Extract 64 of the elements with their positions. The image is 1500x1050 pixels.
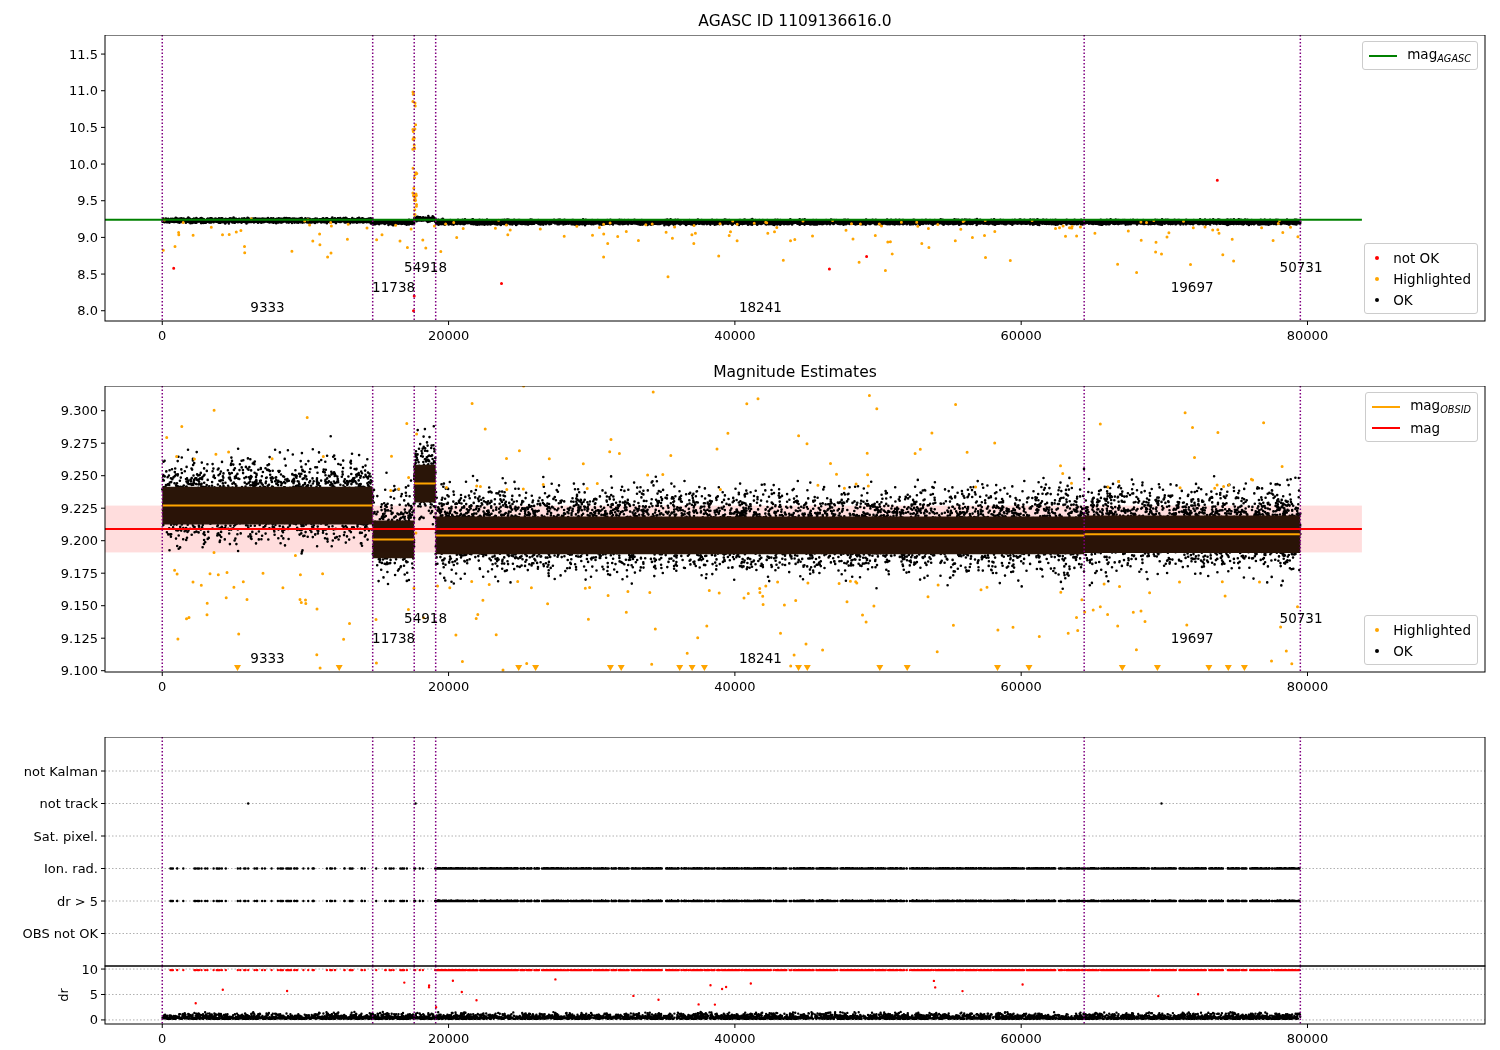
flag-row-label: dr > 5: [56, 893, 98, 909]
x-tick-label: 60000: [1000, 328, 1042, 343]
y-tick-label: 8.0: [77, 303, 98, 319]
y-tick-label: 10.0: [69, 156, 98, 172]
y-tick-label: 9.250: [60, 468, 98, 484]
y-tick-label: 9.175: [60, 565, 98, 581]
obsid-label: 11738: [372, 279, 416, 295]
y-tick-label: 0: [89, 1012, 98, 1028]
y-tick-label: 9.125: [60, 630, 98, 646]
y-tick-label: 9.225: [60, 500, 98, 516]
x-tick-label: 20000: [427, 679, 470, 694]
x-tick-label: 80000: [1286, 328, 1329, 343]
legend-label: Highlighted: [1393, 270, 1471, 287]
x-tick-label: 40000: [714, 328, 756, 343]
obsid-label: 9333: [250, 650, 285, 666]
x-tick-label: 40000: [714, 679, 756, 694]
legend-label: Highlighted: [1393, 621, 1471, 638]
y-tick-label: 9.275: [60, 435, 98, 451]
legend-label: mag: [1410, 419, 1441, 436]
chart-title: AGASC ID 1109136616.0: [698, 11, 892, 30]
y-tick-label: 9.5: [77, 193, 98, 209]
obsid-label: 19697: [1170, 279, 1214, 295]
y-tick-label: 10: [81, 961, 98, 977]
x-tick-label: 0: [158, 328, 167, 343]
obsid-label: 50731: [1279, 259, 1323, 275]
x-tick-label: 60000: [1000, 1031, 1042, 1046]
x-tick-label: 40000: [714, 1031, 756, 1046]
x-tick-label: 0: [158, 679, 167, 694]
flag-row-label: not track: [39, 796, 98, 811]
y-tick-label: 5: [89, 987, 98, 1002]
obsid-label: 54918: [404, 610, 447, 626]
obsid-label: 50731: [1279, 610, 1323, 626]
obsid-label: 19697: [1170, 630, 1214, 646]
y-tick-label: 9.200: [60, 533, 98, 549]
x-tick-label: 20000: [427, 328, 470, 343]
y-tick-label: 10.5: [69, 119, 98, 135]
y-tick-label: 9.100: [60, 663, 98, 679]
legend-label: mag$_{OBSID}$: [1410, 397, 1471, 416]
chart-title: Magnitude Estimates: [713, 362, 877, 381]
y-tick-label: 11.0: [69, 83, 98, 99]
obsid-label: 18241: [738, 650, 782, 666]
x-tick-label: 80000: [1286, 1031, 1329, 1046]
x-tick-label: 80000: [1286, 679, 1329, 694]
flag-row-label: Sat. pixel.: [33, 828, 98, 844]
flag-row-label: not Kalman: [23, 763, 98, 779]
y-tick-label: 8.5: [77, 266, 98, 282]
legend-label: OK: [1393, 291, 1413, 308]
y-tick-label: 9.300: [60, 403, 98, 419]
x-tick-label: 60000: [1000, 679, 1042, 694]
legend-label: not OK: [1393, 249, 1440, 266]
legend-label: OK: [1393, 642, 1413, 659]
legend-label: mag$_{AGASC}$: [1407, 46, 1471, 65]
flag-row-label: Ion. rad.: [44, 861, 98, 876]
obsid-label: 18241: [738, 299, 782, 315]
flag-row-label: OBS not OK: [22, 926, 98, 941]
y-tick-label: 9.150: [60, 598, 98, 614]
x-tick-label: 20000: [427, 1031, 470, 1046]
x-tick-label: 0: [158, 1031, 167, 1046]
y-axis-label: dr: [56, 988, 71, 1002]
obsid-label: 54918: [404, 259, 447, 275]
y-tick-label: 9.0: [77, 229, 98, 245]
y-tick-label: 11.5: [69, 46, 98, 62]
obsid-label: 11738: [372, 630, 416, 646]
obsid-label: 9333: [250, 299, 285, 315]
